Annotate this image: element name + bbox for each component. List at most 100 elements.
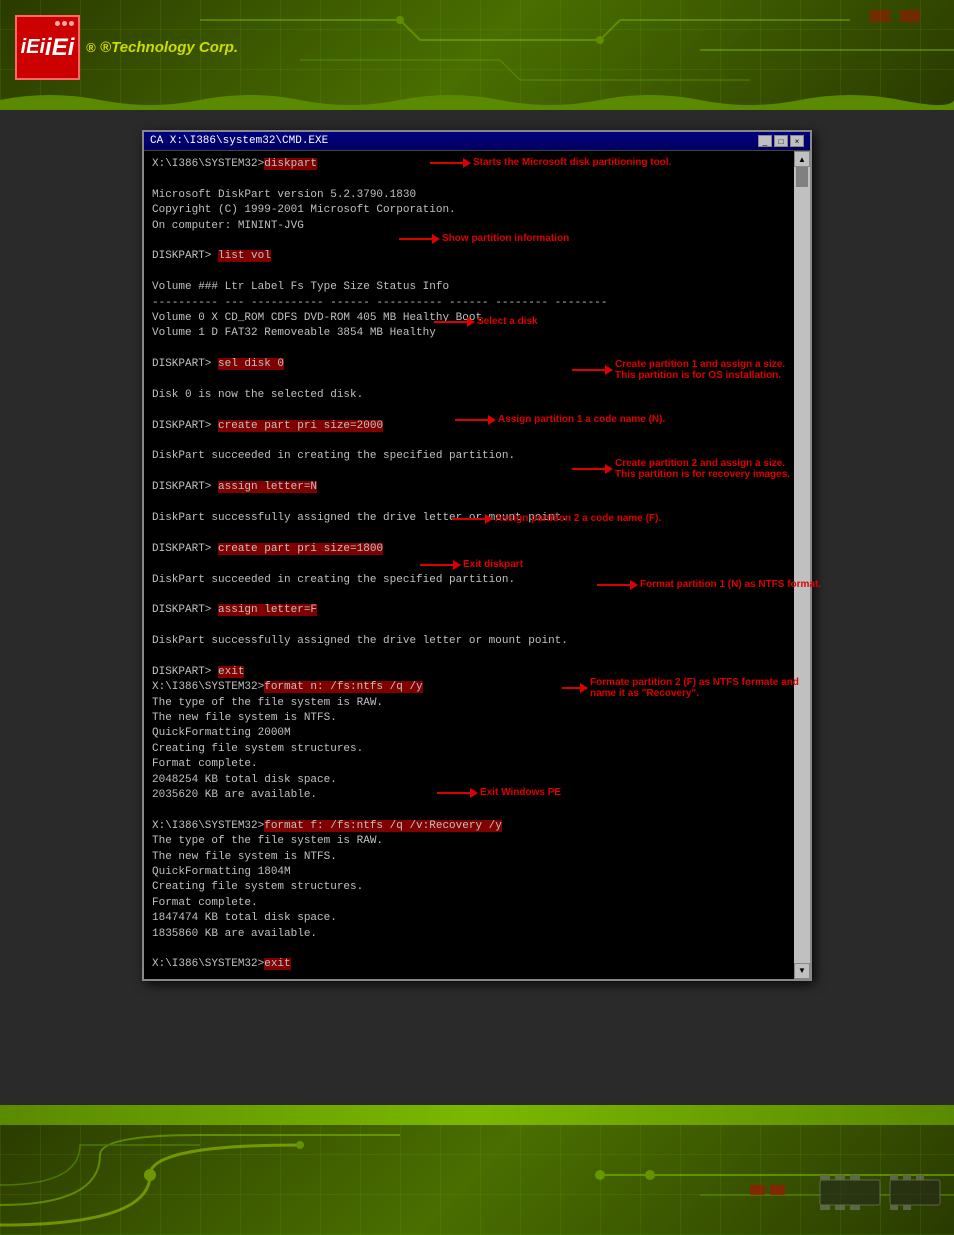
cmd-line-blank-7 [152,434,790,449]
cmd-table-row-1: Volume 1 D FAT32 Removeable 3854 MB Heal… [152,326,790,341]
header-bottom-wave [0,90,954,110]
cmd-close-button[interactable]: × [790,135,804,147]
cmd-table-header: Volume ### Ltr Label Fs Type Size Status… [152,280,790,295]
cmd-maximize-button[interactable]: □ [774,135,788,147]
cmd-line-rawF: The type of the file system is RAW. [152,834,790,849]
annotation-exit1-label: Exit diskpart [463,559,523,570]
annotation-diskpart-label: Starts the Microsoft disk partitioning t… [473,157,671,168]
cmd-line-blank-12 [152,588,790,603]
cmd-line-quickN: QuickFormatting 2000M [152,726,790,741]
annotation-createpart2-arrow [572,468,607,470]
cmd-highlight-listvol: list vol [218,250,271,262]
annotation-exit2: Exit Windows PE [437,787,561,798]
annotation-diskpart: Starts the Microsoft disk partitioning t… [430,157,671,168]
cmd-highlight-formatF: format f: /fs:ntfs /q /v:Recovery /y [264,820,502,832]
annotation-listvol-label: Show partition information [442,233,569,244]
cmd-line-ntfsN: The new file system is NTFS. [152,711,790,726]
cmd-line-assignN: DISKPART> assign letter=N [152,480,790,495]
cmd-line-blank-16 [152,942,790,957]
annotation-exit1-arrow [420,564,455,566]
logo-dot-1 [55,21,60,26]
annotation-assignN-label: Assign partition 1 a code name (N). [498,414,665,425]
cmd-line-completeF: Format complete. [152,896,790,911]
cmd-line-creatingF: Creating file system structures. [152,880,790,895]
annotation-exit2-arrow [437,792,472,794]
annotation-createpart2-label: Create partition 2 and assign a size. Th… [615,458,790,480]
cmd-line-copyright: Copyright (C) 1999-2001 Microsoft Corpor… [152,203,790,218]
cmd-highlight-formatN: format n: /fs:ntfs /q /y [264,681,422,693]
cmd-line-diskselected: Disk 0 is now the selected disk. [152,388,790,403]
footer-top-wave [0,1105,954,1125]
cmd-highlight-exit2: exit [264,958,290,970]
cmd-line-totalF: 1847474 KB total disk space. [152,911,790,926]
cmd-highlight-createpart1: create part pri size=2000 [218,420,383,432]
cmd-minimize-button[interactable]: _ [758,135,772,147]
annotation-assignF: Assign partition 2 a code name (F). [452,513,661,524]
cmd-line-blank-15 [152,803,790,818]
annotation-seldisk: Select a disk [434,316,538,327]
cmd-line-totalN: 2048254 KB total disk space. [152,773,790,788]
annotation-formatN-label: Format partition 1 (N) as NTFS format. [640,579,821,590]
annotation-createpart1-label: Create partition 1 and assign a size. Th… [615,359,785,381]
annotation-seldisk-arrow [434,321,469,323]
logo-text-iei: iEi [45,34,74,62]
annotation-exit2-label: Exit Windows PE [480,787,561,798]
cmd-line-msver: Microsoft DiskPart version 5.2.3790.1830 [152,188,790,203]
footer-circuit-svg [0,1125,954,1235]
annotation-formatF-arrow [562,687,582,689]
cmd-highlight-assignF: assign letter=F [218,604,317,616]
cmd-highlight-createpart2: create part pri size=1800 [218,543,383,555]
cmd-window: CA X:\I386\system32\CMD.EXE _ □ × ▲ ▼ [142,130,812,981]
cmd-line-formatF: X:\I386\SYSTEM32>format f: /fs:ntfs /q /… [152,819,790,834]
annotation-listvol-arrow [399,238,434,240]
cmd-line-assignF: DISKPART> assign letter=F [152,603,790,618]
cmd-container: CA X:\I386\system32\CMD.EXE _ □ × ▲ ▼ [142,130,812,981]
logo-dot-3 [69,21,74,26]
cmd-line-blank-13 [152,619,790,634]
logo-tagline: ® ®Technology Corp. [86,39,238,57]
logo-area: iEi ® ®Technology Corp. [15,15,238,80]
logo-dots [55,21,74,26]
scrollbar-up-button[interactable]: ▲ [794,151,810,167]
annotation-formatF-label: Formate partition 2 (F) as NTFS formate … [590,677,799,699]
cmd-line-blank-4 [152,342,790,357]
cmd-line-creatingN: Creating file system structures. [152,742,790,757]
annotation-diskpart-arrow [430,162,465,164]
cmd-line-assignsuccess2: DiskPart successfully assigned the drive… [152,634,790,649]
cmd-line-quickF: QuickFormatting 1804M [152,865,790,880]
cmd-line-createpart2: DISKPART> create part pri size=1800 [152,542,790,557]
main-content: CA X:\I386\system32\CMD.EXE _ □ × ▲ ▼ [0,110,954,1105]
cmd-highlight-seldisk: sel disk 0 [218,358,284,370]
logo-icon: iEi [15,15,80,80]
cmd-line-computer: On computer: MININT-JVG [152,219,790,234]
cmd-line-blank-3 [152,265,790,280]
technology-corp-label: ®Technology Corp. [100,39,238,56]
annotation-formatF: Formate partition 2 (F) as NTFS formate … [562,677,799,699]
scrollbar-thumb[interactable] [796,167,808,187]
cmd-highlight-assignN: assign letter=N [218,481,317,493]
cmd-highlight-diskpart: diskpart [264,158,317,170]
annotation-createpart2: Create partition 2 and assign a size. Th… [572,458,790,480]
annotation-exit1: Exit diskpart [420,559,523,570]
cmd-title-text: CA X:\I386\system32\CMD.EXE [150,135,328,147]
cmd-line-availF: 1835860 KB are available. [152,927,790,942]
annotation-assignF-label: Assign partition 2 a code name (F). [495,513,661,524]
cmd-controls[interactable]: _ □ × [758,135,804,147]
registered-symbol: ® [86,40,96,55]
cmd-line-ntfsF: The new file system is NTFS. [152,850,790,865]
annotation-createpart1: Create partition 1 and assign a size. Th… [572,359,785,381]
annotation-assignN-arrow [455,419,490,421]
cmd-line-completeN: Format complete. [152,757,790,772]
annotation-listvol: Show partition information [399,233,569,244]
cmd-line-blank-1 [152,172,790,187]
cmd-scrollbar[interactable]: ▲ ▼ [794,151,810,979]
cmd-table-divider: ---------- --- ----------- ------ ------… [152,296,790,311]
cmd-line-blank-14 [152,650,790,665]
annotation-formatN: Format partition 1 (N) as NTFS format. [597,579,821,590]
annotation-createpart1-arrow [572,369,607,371]
cmd-line-exit2: X:\I386\SYSTEM32>exit [152,957,790,972]
scrollbar-down-button[interactable]: ▼ [794,963,810,979]
annotation-assignF-arrow [452,518,487,520]
cmd-highlight-exit1: exit [218,666,244,678]
footer-background [0,1105,954,1235]
